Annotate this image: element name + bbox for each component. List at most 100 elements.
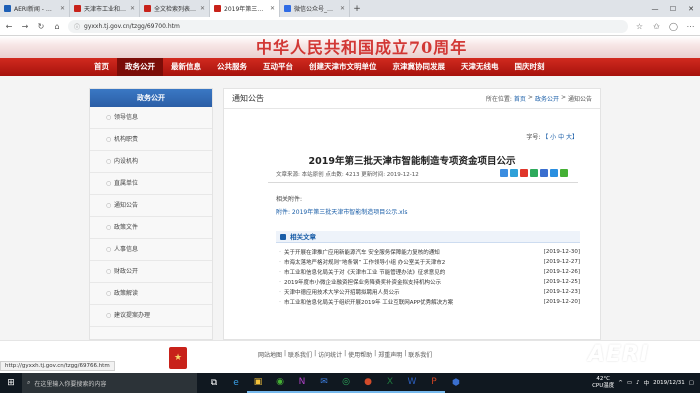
taskbar-app-icon[interactable]: N	[291, 373, 313, 393]
related-title: 相关文章	[290, 233, 316, 241]
related-icon	[280, 234, 286, 240]
url-field[interactable]: ⓘ gyxxh.tj.gov.cn/tzgg/69700.htm	[68, 19, 628, 33]
home-icon[interactable]: ⌂	[52, 22, 62, 31]
maximize-button[interactable]: ☐	[664, 0, 682, 17]
breadcrumb-separator: >	[527, 94, 533, 101]
forward-icon[interactable]: →	[20, 22, 30, 31]
font-size-options[interactable]: 【 小 中 大】	[542, 134, 578, 141]
menu-icon[interactable]: ⋯	[685, 22, 696, 31]
sidebar-item[interactable]: ○ 政策解读	[90, 283, 212, 305]
taskbar-app-icon[interactable]: e	[225, 373, 247, 393]
related-article-title[interactable]: 关于开展在津推广应用新能源汽车 安全服务保障能力复核的通知	[284, 248, 536, 256]
browser-tab[interactable]: 微信公众号_百度搜索✕	[280, 0, 350, 17]
taskbar-app-icon[interactable]: ●	[357, 373, 379, 393]
taskbar-search[interactable]: ⌕ 在这里输入你要搜索的内容	[22, 373, 197, 393]
tab-close-icon[interactable]: ✕	[130, 5, 135, 12]
nav-item[interactable]: 国庆时刻	[507, 58, 553, 76]
share-icon[interactable]	[550, 169, 558, 177]
tab-close-icon[interactable]: ✕	[200, 5, 205, 12]
nav-item[interactable]: 天津无线电	[453, 58, 507, 76]
close-window-button[interactable]: ✕	[682, 0, 700, 17]
share-icon[interactable]	[500, 169, 508, 177]
browser-tab[interactable]: 2019年第三批天津市智✕	[210, 0, 280, 17]
volume-icon[interactable]: ♪	[636, 380, 640, 386]
footer-link[interactable]: 使用帮助	[348, 350, 372, 359]
favorites-icon[interactable]: ✩	[651, 22, 662, 31]
network-icon[interactable]: ▭	[627, 380, 632, 386]
footer-link[interactable]: 网站地图	[258, 350, 282, 359]
sidebar-title: 政务公开	[90, 89, 212, 107]
windows-start-icon[interactable]: ⊞	[0, 373, 22, 393]
breadcrumb-item[interactable]: 政务公开	[535, 94, 559, 103]
related-article-date: [2019-12-25]	[543, 279, 580, 285]
taskbar-app-icon[interactable]: ◉	[269, 373, 291, 393]
share-icon[interactable]	[520, 169, 528, 177]
sidebar-item[interactable]: ○ 内设机构	[90, 151, 212, 173]
sidebar-item[interactable]: ○ 建议提案办理	[90, 305, 212, 327]
related-article-title[interactable]: 天津中德应用技术大学公开招聘拟聘用人员公示	[284, 288, 536, 296]
nav-item[interactable]: 公共服务	[209, 58, 255, 76]
nav-item[interactable]: 最新信息	[163, 58, 209, 76]
ime-icon[interactable]: 中	[644, 379, 650, 387]
breadcrumb-item[interactable]: 首页	[514, 94, 526, 103]
sidebar-item[interactable]: ○ 财政公开	[90, 261, 212, 283]
share-icon[interactable]	[530, 169, 538, 177]
browser-tab[interactable]: 全文检索列表 - 天津市工业✕	[140, 0, 210, 17]
related-article-row[interactable]: · 市工业和信息化局关于对《天津市工业 节能管理办法》征求意见的 [2019-12-…	[276, 267, 580, 277]
share-icon[interactable]	[540, 169, 548, 177]
profile-icon[interactable]: ◯	[668, 22, 679, 31]
related-article-title[interactable]: 市工业和信息化局关于对《天津市工业 节能管理办法》征求意见的	[284, 268, 536, 276]
tray-arrow-icon[interactable]: ^	[618, 380, 623, 386]
related-article-row[interactable]: · 天津中德应用技术大学公开招聘拟聘用人员公示 [2019-12-23]	[276, 287, 580, 297]
related-article-row[interactable]: · 市海太落地严格对规则“地条钢” 工作领导小组 办公室关于天津市2 [2019-1…	[276, 257, 580, 267]
star-icon[interactable]: ☆	[634, 22, 645, 31]
sidebar-item[interactable]: ○ 政策文件	[90, 217, 212, 239]
clock[interactable]: 2019/12/31	[653, 380, 685, 387]
related-article-title[interactable]: 2019年度市小微企业融资担保业务降费奖补资金拟支持机构公示	[284, 278, 536, 286]
new-tab-button[interactable]: +	[350, 0, 364, 17]
related-article-title[interactable]: 市工业和信息化局关于组织开展2019年 工业互联网APP优秀解决方案	[284, 298, 536, 306]
sidebar-item[interactable]: ○ 直属单位	[90, 173, 212, 195]
share-icon[interactable]	[510, 169, 518, 177]
taskbar-app-icon[interactable]: X	[379, 373, 401, 393]
sidebar-item[interactable]: ○ 通知公告	[90, 195, 212, 217]
taskbar-app-icon[interactable]: ✉	[313, 373, 335, 393]
browser-tab[interactable]: AERI新闻 - 中国汽车技术研✕	[0, 0, 70, 17]
sidebar-item[interactable]: ○ 人事信息	[90, 239, 212, 261]
back-icon[interactable]: ←	[4, 22, 14, 31]
tab-favicon-icon	[74, 5, 81, 12]
footer-link[interactable]: 郑重声明	[378, 350, 402, 359]
tab-close-icon[interactable]: ✕	[60, 5, 65, 12]
taskbar-app-icon[interactable]: ⧉	[203, 373, 225, 393]
tab-close-icon[interactable]: ✕	[340, 5, 345, 12]
taskbar-app-icon[interactable]: P	[423, 373, 445, 393]
taskbar-app-icon[interactable]: ▣	[247, 373, 269, 393]
notification-icon[interactable]: ▢	[689, 380, 694, 386]
nav-item[interactable]: 互动平台	[255, 58, 301, 76]
nav-item[interactable]: 政务公开	[117, 58, 163, 76]
taskbar-app-icon[interactable]: W	[401, 373, 423, 393]
nav-item[interactable]: 创建天津市文明单位	[301, 58, 385, 76]
footer-link[interactable]: 访问统计	[318, 350, 342, 359]
related-article-row[interactable]: · 市工业和信息化局关于组织开展2019年 工业互联网APP优秀解决方案 [2019…	[276, 297, 580, 307]
nav-item[interactable]: 首页	[86, 58, 117, 76]
nav-item[interactable]: 京津冀协同发展	[385, 58, 454, 76]
sidebar-item[interactable]: ○ 机构职责	[90, 129, 212, 151]
minimize-button[interactable]: —	[646, 0, 664, 17]
taskbar-app-icon[interactable]: ⬢	[445, 373, 467, 393]
sidebar-item-label: 内设机构	[114, 158, 139, 165]
reload-icon[interactable]: ↻	[36, 22, 46, 31]
bullet-icon: ·	[279, 249, 281, 255]
tab-close-icon[interactable]: ✕	[270, 5, 275, 12]
related-article-row[interactable]: · 关于开展在津推广应用新能源汽车 安全服务保障能力复核的通知 [2019-12-3…	[276, 247, 580, 257]
related-article-title[interactable]: 市海太落地严格对规则“地条钢” 工作领导小组 办公室关于天津市2	[284, 258, 536, 266]
footer-link[interactable]: 联系我们	[408, 350, 432, 359]
browser-tab[interactable]: 天津市工业和信息化局 — 首✕	[70, 0, 140, 17]
attachment-link[interactable]: 附件: 2019年第三批天津市智能制造项目公示.xls	[276, 207, 407, 216]
related-article-row[interactable]: · 2019年度市小微企业融资担保业务降费奖补资金拟支持机构公示 [2019-12-…	[276, 277, 580, 287]
taskbar-app-icon[interactable]: ◎	[335, 373, 357, 393]
share-icon[interactable]	[560, 169, 568, 177]
tab-favicon-icon	[284, 5, 291, 12]
sidebar-item[interactable]: ○ 领导信息	[90, 107, 212, 129]
footer-link[interactable]: 联系我们	[288, 350, 312, 359]
